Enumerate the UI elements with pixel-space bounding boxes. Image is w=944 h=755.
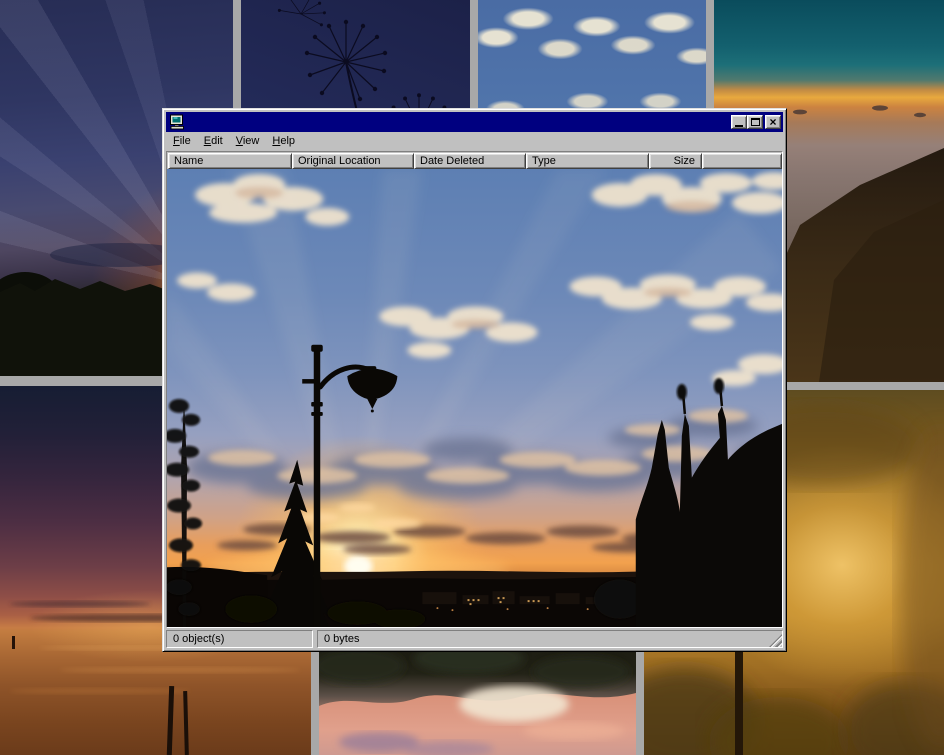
minimize-icon [735, 125, 743, 127]
menu-view[interactable]: View [230, 133, 267, 149]
sunset-streetlamp-photo [167, 169, 782, 627]
menu-help[interactable]: Help [266, 133, 302, 149]
column-header-size[interactable]: Size [649, 153, 702, 169]
status-objects: 0 object(s) [166, 630, 313, 648]
status-bar: 0 object(s) 0 bytes [166, 630, 783, 648]
column-header-row: Name Original Location Date Deleted Type… [167, 152, 782, 169]
column-header-name[interactable]: Name [168, 153, 292, 169]
desktop: × File Edit View Help Name Original Loca… [0, 0, 944, 755]
column-header-date-deleted[interactable]: Date Deleted [414, 153, 526, 169]
close-icon: × [769, 117, 776, 127]
close-button[interactable]: × [765, 115, 781, 129]
column-header-original-location[interactable]: Original Location [292, 153, 414, 169]
photo-artwork [167, 169, 782, 627]
column-header-blank[interactable] [702, 153, 782, 169]
computer-icon[interactable] [169, 114, 185, 130]
menu-edit[interactable]: Edit [198, 133, 230, 149]
list-view[interactable]: Name Original Location Date Deleted Type… [166, 151, 783, 628]
maximize-button[interactable] [747, 115, 763, 129]
maximize-icon [751, 118, 760, 126]
column-header-type[interactable]: Type [526, 153, 649, 169]
menu-bar: File Edit View Help [166, 132, 783, 150]
recycle-bin-window: × File Edit View Help Name Original Loca… [162, 108, 787, 652]
menu-file[interactable]: File [167, 133, 198, 149]
minimize-button[interactable] [731, 115, 747, 129]
title-bar[interactable]: × [166, 112, 783, 132]
status-bytes: 0 bytes [317, 630, 783, 648]
